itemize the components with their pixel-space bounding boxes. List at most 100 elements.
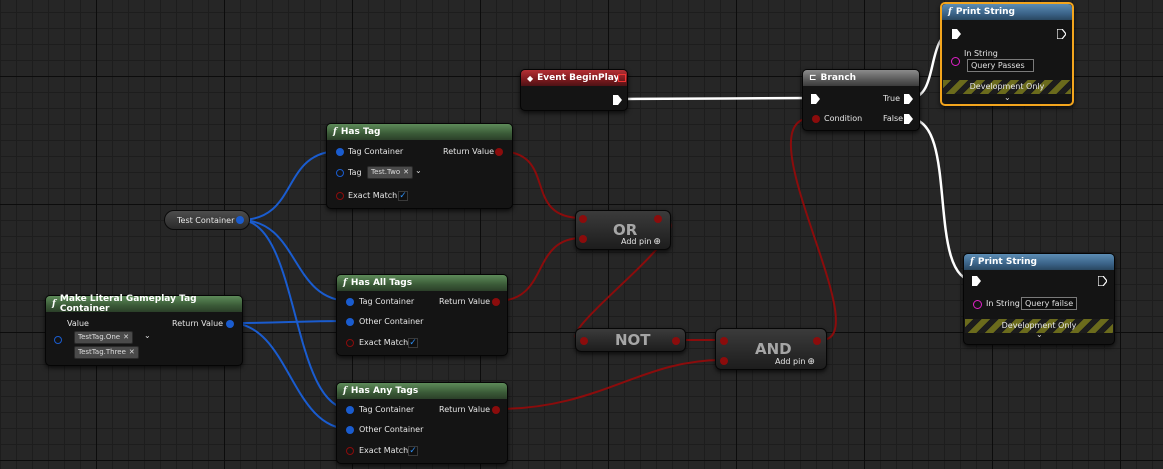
tag-chip-label: Test.Two <box>371 168 401 176</box>
exact-match-checkbox[interactable]: ✓ <box>398 191 408 201</box>
close-icon[interactable]: ✕ <box>403 168 409 176</box>
print-string-bottom-header: f Print String <box>964 254 1114 270</box>
add-pin-button[interactable]: Add pin ⊕ <box>621 237 661 247</box>
has-tag-node[interactable]: f Has Tag Tag Container Return Value Tag… <box>326 123 513 209</box>
event-diamond-icon: ◆ <box>527 73 534 83</box>
exact-match-pin[interactable] <box>336 192 344 200</box>
chevron-down-icon[interactable]: ⌄ <box>144 331 151 340</box>
test-container-out-pin[interactable] <box>236 216 244 224</box>
exact-match-pin[interactable] <box>346 447 354 455</box>
return-value-pin[interactable] <box>495 148 503 156</box>
other-container-pin[interactable] <box>346 318 354 326</box>
exact-match-label: Exact Match <box>359 338 409 347</box>
tag-container-label: Tag Container <box>359 297 415 306</box>
exec-in-pin[interactable] <box>972 276 981 286</box>
wire-hasany-and <box>496 359 723 410</box>
other-container-label: Other Container <box>359 317 424 326</box>
add-pin-button[interactable]: Add pin ⊕ <box>775 357 815 367</box>
exact-match-pin[interactable] <box>346 339 354 347</box>
tag-chip[interactable]: Test.Two ✕ <box>367 166 414 179</box>
return-value-pin[interactable] <box>226 320 234 328</box>
exec-out-pin[interactable] <box>1098 276 1107 286</box>
exact-match-checkbox[interactable]: ✓ <box>408 338 418 348</box>
exec-in-pin[interactable] <box>952 29 961 39</box>
test-container-label: Test Container <box>177 216 235 225</box>
or-node[interactable]: OR Add pin ⊕ <box>575 210 671 250</box>
exact-match-checkbox[interactable]: ✓ <box>408 446 418 456</box>
has-any-tags-node[interactable]: f Has Any Tags Tag Container Return Valu… <box>336 382 508 464</box>
not-output-pin[interactable] <box>672 337 680 345</box>
add-pin-icon: ⊕ <box>807 357 815 367</box>
tag-container-pin[interactable] <box>346 406 354 414</box>
has-all-tags-title: Has All Tags <box>350 278 413 288</box>
has-any-tags-title: Has Any Tags <box>350 386 419 396</box>
or-input-b-pin[interactable] <box>579 235 587 243</box>
and-title: AND <box>755 340 792 358</box>
other-container-pin[interactable] <box>346 426 354 434</box>
tag-container-pin[interactable] <box>346 298 354 306</box>
and-output-pin[interactable] <box>813 337 821 345</box>
chevron-down-icon[interactable]: ⌄ <box>415 166 422 175</box>
tag-container-label: Tag Container <box>348 147 404 156</box>
return-value-label: Return Value <box>439 297 491 306</box>
wire-literal-hasall-other <box>229 320 351 324</box>
make-literal-tag-container-node[interactable]: f Make Literal Gameplay Tag Container Va… <box>45 294 243 366</box>
return-value-pin[interactable] <box>492 406 500 414</box>
value-pin[interactable] <box>54 336 62 344</box>
tag-container-label: Tag Container <box>359 405 415 414</box>
tag-pin[interactable] <box>336 169 344 177</box>
in-string-label: In String <box>964 49 998 58</box>
not-title: NOT <box>615 331 651 349</box>
in-string-pin[interactable] <box>951 57 960 66</box>
chevron-down-icon[interactable]: ⌄ <box>1004 93 1011 102</box>
chevron-down-icon[interactable]: ⌄ <box>1036 330 1043 339</box>
exec-wire-beginplay-branch <box>622 96 813 101</box>
in-string-pin[interactable] <box>973 300 982 309</box>
tag-chip-three[interactable]: TestTag.Three ✕ <box>74 346 139 359</box>
function-icon: f <box>970 257 974 267</box>
wire-testcontainer-hastag <box>239 150 341 221</box>
exec-true-pin[interactable] <box>904 94 913 104</box>
or-input-a-pin[interactable] <box>579 215 587 223</box>
has-all-tags-node[interactable]: f Has All Tags Tag Container Return Valu… <box>336 274 508 356</box>
print-string-bottom-node[interactable]: f Print String In String Query failse De… <box>963 253 1115 345</box>
function-icon: f <box>948 7 952 17</box>
in-string-input[interactable]: Query Passes <box>967 59 1034 72</box>
tag-chip-label: TestTag.One <box>78 333 121 341</box>
event-beginplay-header: ◆ Event BeginPlay <box>521 70 627 86</box>
not-node[interactable]: NOT <box>575 328 686 352</box>
add-pin-label: Add pin <box>775 357 806 366</box>
wire-testcontainer-hasall <box>239 219 351 302</box>
function-icon: f <box>343 278 347 288</box>
close-icon[interactable]: ✕ <box>123 333 129 341</box>
event-beginplay-node[interactable]: ◆ Event BeginPlay <box>520 69 628 111</box>
condition-pin[interactable] <box>812 115 820 123</box>
wire-literal-hasany-other <box>229 322 351 430</box>
branch-title: Branch <box>820 73 857 83</box>
and-input-a-pin[interactable] <box>720 337 728 345</box>
branch-node[interactable]: ⊏ Branch True Condition False <box>802 69 920 131</box>
or-output-pin[interactable] <box>654 215 662 223</box>
exec-out-pin[interactable] <box>613 95 622 105</box>
test-container-variable-node[interactable]: Test Container <box>164 210 250 230</box>
tag-container-pin[interactable] <box>336 148 344 156</box>
make-literal-header: f Make Literal Gameplay Tag Container <box>46 294 242 314</box>
exec-false-pin[interactable] <box>904 114 913 124</box>
close-icon[interactable]: ✕ <box>129 348 135 356</box>
delegate-pin-icon[interactable] <box>618 74 626 82</box>
exact-match-label: Exact Match <box>348 191 398 200</box>
and-node[interactable]: AND Add pin ⊕ <box>715 328 827 370</box>
condition-label: Condition <box>824 114 863 123</box>
print-string-top-node[interactable]: f Print String In String Query Passes De… <box>940 2 1074 106</box>
has-tag-title: Has Tag <box>340 127 381 137</box>
return-value-pin[interactable] <box>492 298 500 306</box>
add-pin-label: Add pin <box>621 237 652 246</box>
in-string-input[interactable]: Query failse <box>1021 297 1077 310</box>
development-only-label: Development Only <box>969 82 1045 91</box>
and-input-b-pin[interactable] <box>720 357 728 365</box>
not-input-pin[interactable] <box>580 337 588 345</box>
exec-in-pin[interactable] <box>811 94 820 104</box>
tag-chip-one[interactable]: TestTag.One ✕ <box>74 331 133 344</box>
add-pin-icon: ⊕ <box>653 237 661 247</box>
exec-out-pin[interactable] <box>1057 29 1066 39</box>
